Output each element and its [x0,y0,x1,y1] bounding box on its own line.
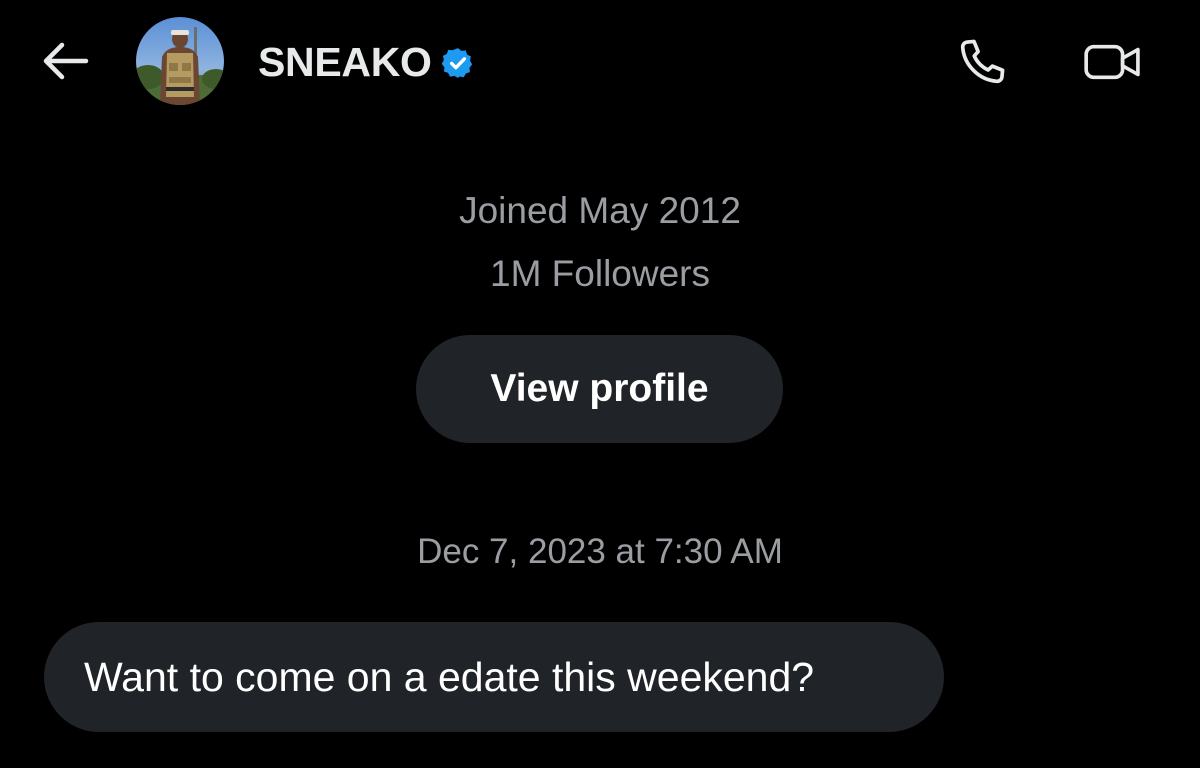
follower-count: 1M Followers [490,253,710,294]
contact-name-row[interactable]: SNEAKO [258,37,476,87]
phone-icon [960,39,1005,84]
video-camera-icon [1084,44,1140,80]
joined-date: Joined May 2012 [459,190,741,231]
verified-badge-icon [440,45,476,81]
arrow-left-icon [43,42,89,80]
video-call-button[interactable] [1078,36,1148,88]
dm-conversation-screen: SNEAKO Joined May 2012 1M Followers View… [0,0,1200,768]
view-profile-button[interactable]: View profile [416,335,783,443]
voice-call-button[interactable] [952,34,1012,90]
avatar[interactable] [136,17,224,105]
avatar-photo [136,17,224,105]
message-timestamp: Dec 7, 2023 at 7:30 AM [417,532,783,571]
message-bubble[interactable]: Want to come on a edate this weekend? [44,622,944,732]
message-text: Want to come on a edate this weekend? [84,653,815,700]
back-button[interactable] [38,38,92,84]
contact-name: SNEAKO [258,38,432,85]
